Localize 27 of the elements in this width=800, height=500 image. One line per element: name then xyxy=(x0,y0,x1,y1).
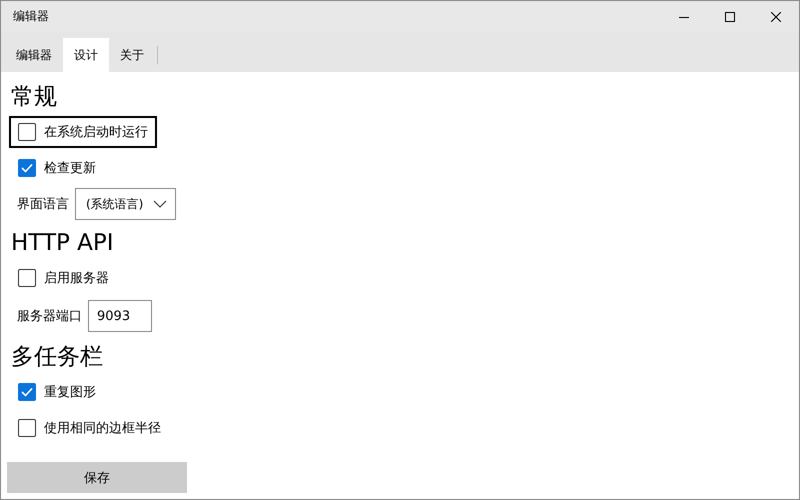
checkbox-box[interactable] xyxy=(18,159,36,177)
section-heading: 常规 xyxy=(11,83,58,112)
section-heading: HTTP API xyxy=(11,229,115,258)
tab[interactable]: 编辑器 xyxy=(5,38,63,72)
checkbox[interactable]: 使用相同的边框半径 xyxy=(9,412,170,444)
chevron-down-icon xyxy=(153,200,168,208)
maximize-icon xyxy=(725,12,735,22)
field-label: 服务器端口 xyxy=(17,308,82,325)
tab[interactable]: 设计 xyxy=(63,38,109,72)
checkbox[interactable]: 启用服务器 xyxy=(9,262,118,294)
close-icon xyxy=(771,12,781,22)
field-label: 界面语言 xyxy=(17,196,69,213)
checkbox-box[interactable] xyxy=(18,383,36,401)
checkbox[interactable]: 重复图形 xyxy=(9,376,105,408)
checkmark-icon xyxy=(21,387,33,397)
port-field[interactable]: 9093 xyxy=(88,300,152,332)
window-title: 编辑器 xyxy=(13,8,50,25)
checkbox-box[interactable] xyxy=(18,419,36,437)
checkbox[interactable]: 在系统启动时运行 xyxy=(9,116,157,148)
tab[interactable]: 关于 xyxy=(109,38,155,72)
checkbox[interactable]: 检查更新 xyxy=(9,152,105,184)
language-dropdown[interactable]: (系统语言) xyxy=(75,188,176,220)
checkmark-icon xyxy=(21,163,33,173)
checkbox-box[interactable] xyxy=(18,269,36,287)
section-heading: 多任务栏 xyxy=(11,343,104,372)
checkbox-box[interactable] xyxy=(18,123,36,141)
save-button[interactable]: 保存 xyxy=(7,462,187,493)
